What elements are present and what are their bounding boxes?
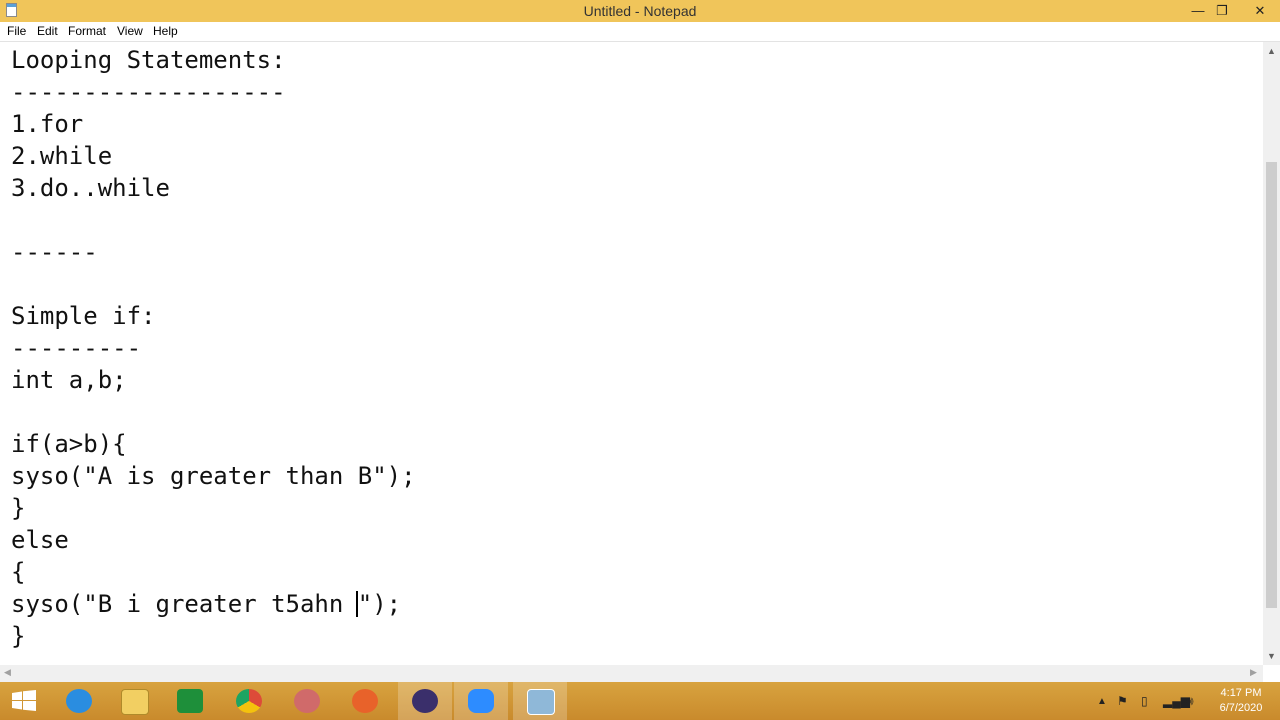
start-button[interactable] [0,682,54,720]
title-bar: Untitled - Notepad — ❐ ✕ [0,0,1280,22]
clock-time: 4:17 PM [1220,687,1262,699]
taskbar-chrome[interactable] [222,682,276,720]
menu-format[interactable]: Format [68,24,106,38]
taskbar-file-explorer[interactable] [107,682,161,720]
close-button[interactable]: ✕ [1240,0,1280,22]
restore-button[interactable]: ❐ [1207,0,1237,22]
menu-bar: File Edit Format View Help [0,22,1280,42]
folder-icon [121,689,149,715]
firefox-icon [352,689,378,713]
editor-line: 2.while [11,142,113,170]
scroll-up-arrow-icon[interactable]: ▲ [1266,46,1277,56]
eclipse-icon [412,689,438,713]
editor-line: else [11,526,69,554]
ie-icon [66,689,92,713]
scroll-right-arrow-icon[interactable]: ▶ [1250,667,1257,678]
editor-line: Looping Statements: [11,46,286,74]
editor-line: ------------------- [11,78,286,106]
taskbar-internet-explorer[interactable] [52,682,106,720]
editor-line: Simple if: [11,302,156,330]
editor-line-tail: "); [357,590,402,618]
menu-view[interactable]: View [117,24,143,38]
battery-icon[interactable]: ▯ [1141,694,1148,708]
taskbar-notepad[interactable] [513,682,567,720]
vertical-scroll-thumb[interactable] [1266,162,1277,608]
tray-overflow-icon[interactable]: ▲ [1097,696,1107,707]
scroll-left-arrow-icon[interactable]: ◀ [4,667,11,678]
chrome-icon [236,689,262,713]
editor-line: ------ [11,238,98,266]
taskbar-eclipse[interactable] [398,682,452,720]
horizontal-scrollbar[interactable]: ◀ ▶ [0,665,1263,682]
editor-line: syso("A is greater than B"); [11,462,416,490]
vertical-scrollbar[interactable]: ▲ ▼ [1263,42,1280,665]
menu-edit[interactable]: Edit [37,24,58,38]
volume-icon[interactable]: 🔊︎ [1186,694,1194,709]
action-center-icon[interactable]: ⚑ [1117,694,1128,708]
editor-line: { [11,558,26,586]
editor-line: 3.do..while [11,174,170,202]
excel-icon [177,689,203,713]
editor-line: } [11,494,26,522]
taskbar: ▲ ⚑ ▯ ▂▄▆ 🔊︎ [0,682,1280,720]
taskbar-excel[interactable] [163,682,217,720]
clock-date: 6/7/2020 [1219,702,1263,714]
editor-line: int a,b; [11,366,127,394]
windows-logo-icon [12,690,36,711]
scroll-down-arrow-icon[interactable]: ▼ [1266,651,1277,661]
paint-icon [294,689,320,713]
menu-file[interactable]: File [7,24,26,38]
menu-help[interactable]: Help [153,24,178,38]
editor-line: } [11,622,26,650]
notepad-icon [527,689,555,715]
editor-line: 1.for [11,110,84,138]
system-clock[interactable]: 4:17 PM 6/7/2020 [1208,686,1274,716]
editor-line: if(a>b){ [11,430,127,458]
taskbar-zoom[interactable] [454,682,508,720]
taskbar-paint[interactable] [280,682,334,720]
window-title: Untitled - Notepad [583,3,697,19]
editor-line-text: syso("B i greater t5ahn [11,590,358,618]
text-editor-area[interactable]: Looping Statements: ------------------- … [0,42,1263,665]
editor-caret-line: syso("B i greater t5ahn "); [11,588,401,620]
taskbar-firefox[interactable] [338,682,392,720]
zoom-icon [468,689,494,713]
editor-line: --------- [11,334,142,362]
